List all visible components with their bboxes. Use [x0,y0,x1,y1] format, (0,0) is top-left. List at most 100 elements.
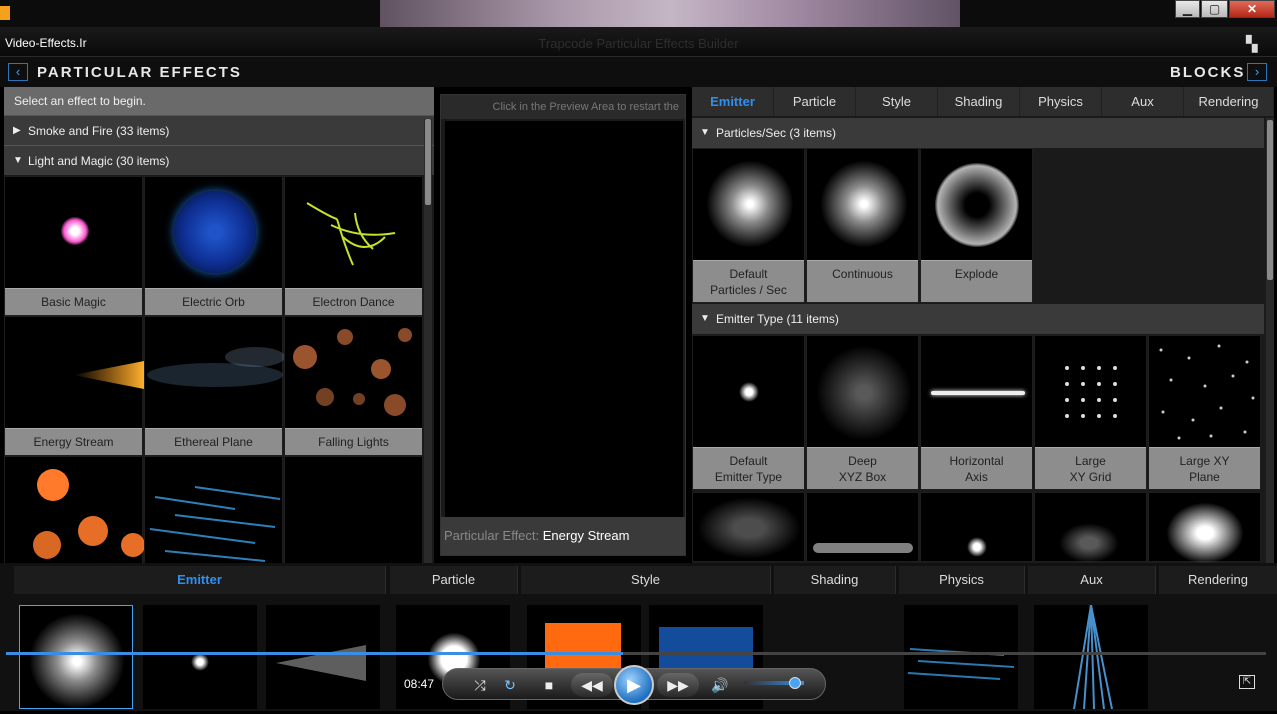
preview-area[interactable] [445,121,683,517]
selected-block-emitter-2[interactable] [143,605,257,709]
tab-physics[interactable]: Physics [1020,87,1102,116]
expand-arrow-icon: ▶ [13,125,21,136]
effect-thumbnail [174,191,256,273]
block-continuous[interactable]: Continuous [806,148,919,303]
category-smoke-and-fire[interactable]: ▶ Smoke and Fire (33 items) [4,115,434,145]
bottom-tab-rendering[interactable]: Rendering [1159,566,1277,594]
collapse-arrow-icon: ▼ [700,313,710,324]
block-horizontal-axis[interactable]: Horizontal Axis [920,335,1033,490]
block-thumbnail [935,163,1019,247]
block-default-emitter-type[interactable]: Default Emitter Type [692,335,805,490]
preview-effect-name: Particular Effect: Energy Stream [441,517,685,555]
block-explode[interactable]: Explode [920,148,1033,303]
selected-block-emitter-1[interactable] [19,605,133,709]
block-thumbnail [707,161,793,247]
effect-thumbnail [73,361,144,389]
effects-grid: Basic Magic Electric Orb Electron Dance … [4,176,424,563]
shuffle-icon[interactable]: ⤮ [469,673,491,697]
collapse-arrow-icon: ▼ [700,127,710,138]
bottom-tab-physics[interactable]: Physics [899,566,1025,594]
selected-block-aux[interactable] [1034,604,1148,710]
seek-progress [6,652,624,655]
fast-forward-icon[interactable]: ▶▶ [657,673,699,697]
bottom-tab-aux[interactable]: Aux [1028,566,1156,594]
effect-thumbnail [61,217,89,245]
bottom-tab-shading[interactable]: Shading [774,566,896,594]
minimize-button[interactable]: ▁ [1175,0,1200,18]
block-thumbnail [821,161,907,247]
effect-ethereal-plane[interactable]: Ethereal Plane [144,316,285,456]
effects-hint: Select an effect to begin. [4,87,434,115]
effects-scrollbar[interactable] [424,119,432,563]
block-thumbnail-row3-4[interactable] [1034,492,1147,563]
effect-basic-magic[interactable]: Basic Magic [4,176,143,316]
selected-block-physics[interactable] [904,605,1018,709]
effect-name-value: Energy Stream [542,528,630,543]
window-title-bar: ▁ ▢ ✕ [0,0,1277,27]
bottom-tab-style[interactable]: Style [521,566,771,594]
tab-emitter[interactable]: Emitter [692,87,774,116]
effect-label: Basic Magic [5,288,142,315]
forward-arrow-icon[interactable]: › [1247,63,1267,81]
effect-energy-stream[interactable]: Energy Stream [4,316,144,456]
scrollbar-thumb[interactable] [425,119,431,205]
blocks-title: BLOCKS [1170,64,1246,81]
tab-aux[interactable]: Aux [1102,87,1184,116]
particular-effects-title: PARTICULAR EFFECTS [37,64,242,81]
time-display: 08:47 [404,677,435,691]
effect-thumbnail-blue-streaks[interactable] [144,456,283,563]
effect-thumbnail-orange-orbs[interactable] [4,456,145,563]
play-icon[interactable]: ▶ [614,665,654,705]
app-icon [0,6,10,20]
volume-icon[interactable]: 🔊 [709,673,731,697]
seek-bar[interactable] [6,652,1266,655]
section-particles-per-sec[interactable]: ▼ Particles/Sec (3 items) [692,118,1264,148]
block-thumbnail-row3-3[interactable] [920,492,1033,562]
block-thumbnail [697,497,801,559]
effect-electric-orb[interactable]: Electric Orb [144,176,283,316]
scrollbar-thumb[interactable] [1267,120,1273,280]
category-light-and-magic[interactable]: ▼ Light and Magic (30 items) [4,145,434,175]
bottom-tab-emitter[interactable]: Emitter [14,566,386,594]
block-label: Large XY Grid [1035,447,1146,489]
block-thumbnail-row3-1[interactable] [692,492,805,562]
back-arrow-icon[interactable]: ‹ [8,63,28,81]
block-thumbnail [1065,366,1117,418]
effect-falling-lights[interactable]: Falling Lights [284,316,423,456]
fullscreen-icon[interactable]: ⇱ [1239,675,1255,689]
bottom-tab-particle[interactable]: Particle [390,566,518,594]
tab-shading[interactable]: Shading [938,87,1020,116]
repeat-icon[interactable]: ↻ [499,673,521,697]
blocks-scrollbar[interactable] [1266,118,1274,563]
block-thumbnail-row3-2[interactable] [806,492,919,562]
block-thumbnail [276,645,366,681]
block-large-xy-grid[interactable]: Large XY Grid [1034,335,1147,490]
block-thumbnail [931,391,1025,395]
grid-view-icon[interactable]: ▚ [1246,35,1258,53]
block-thumbnail [1073,604,1113,710]
tab-style[interactable]: Style [856,87,938,116]
effects-panel: Select an effect to begin. ▶ Smoke and F… [4,87,434,563]
block-thumbnail [1059,523,1119,563]
section-emitter-type[interactable]: ▼ Emitter Type (11 items) [692,304,1264,334]
rewind-icon[interactable]: ◀◀ [571,673,613,697]
block-thumbnail-row3-5[interactable] [1148,492,1261,563]
block-thumbnail [1159,344,1255,440]
close-button[interactable]: ✕ [1229,0,1275,18]
tab-rendering[interactable]: Rendering [1184,87,1274,116]
selected-block-emitter-3[interactable] [266,605,380,709]
effect-electron-dance[interactable]: Electron Dance [284,176,423,316]
block-deep-xyz-box[interactable]: Deep XYZ Box [806,335,919,490]
effect-thumbnail-dark[interactable] [284,456,423,563]
block-default-particles-sec[interactable]: Default Particles / Sec [692,148,805,303]
preview-restart-hint: Click in the Preview Area to restart the [441,95,685,119]
volume-slider-thumb[interactable] [789,677,801,689]
stop-icon[interactable]: ■ [539,673,559,697]
blocks-tabs: Emitter Particle Style Shading Physics A… [692,87,1274,116]
effect-label: Electron Dance [285,288,422,315]
tab-particle[interactable]: Particle [774,87,856,116]
block-large-xy-plane[interactable]: Large XY Plane [1148,335,1261,490]
taskbar-thumbnail [380,0,960,27]
effect-thumbnail [306,202,396,266]
maximize-button[interactable]: ▢ [1201,0,1228,18]
